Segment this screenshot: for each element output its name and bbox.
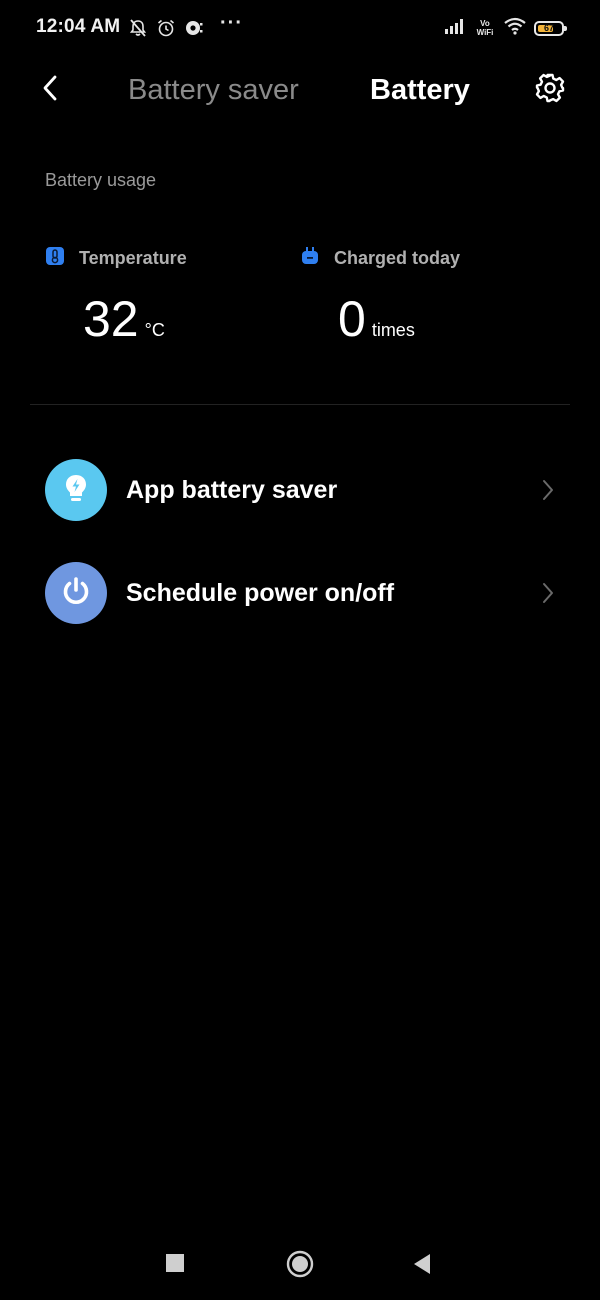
back-button[interactable] xyxy=(30,70,70,110)
charged-today-unit: times xyxy=(371,320,415,340)
status-right-icons: Vo WiFi 67 xyxy=(444,16,567,40)
status-bar: 12:04 AM ··· Vo WiFi 67 xyxy=(0,0,600,56)
charged-today-stat: Charged today 0 times xyxy=(300,244,550,344)
battery-icon: 67 xyxy=(534,20,567,36)
charged-today-label: Charged today xyxy=(334,247,461,268)
schedule-power-icon-circle xyxy=(45,562,107,624)
divider xyxy=(30,404,570,405)
recents-square-icon[interactable] xyxy=(166,1254,184,1272)
gear-icon xyxy=(534,72,566,109)
charged-today-value: 0 xyxy=(338,291,366,347)
schedule-power-label: Schedule power on/off xyxy=(126,579,395,607)
temperature-unit: °C xyxy=(144,320,165,340)
thermometer-icon xyxy=(45,246,65,271)
home-circle-icon[interactable] xyxy=(286,1250,314,1278)
signal-icon xyxy=(444,18,466,39)
alarm-icon xyxy=(156,18,176,38)
chevron-right-icon xyxy=(540,581,556,605)
power-icon xyxy=(59,574,93,613)
status-time: 12:04 AM xyxy=(36,16,121,37)
notification-app-icon xyxy=(184,18,204,38)
vowifi-top: Vo xyxy=(480,19,490,28)
bell-off-icon xyxy=(128,18,148,38)
status-left-icons xyxy=(128,16,204,40)
app-battery-saver-label: App battery saver xyxy=(126,476,338,504)
battery-level: 67 xyxy=(543,22,554,33)
plug-icon xyxy=(300,246,320,271)
temperature-label: Temperature xyxy=(79,247,187,268)
tab-battery[interactable]: Battery xyxy=(370,74,470,107)
battery-usage-label: Battery usage xyxy=(45,170,157,190)
header: Battery saver Battery xyxy=(0,56,600,126)
settings-button[interactable] xyxy=(530,70,570,110)
vowifi-icon: Vo WiFi xyxy=(474,19,496,37)
chevron-right-icon xyxy=(540,478,556,502)
tab-battery-saver[interactable]: Battery saver xyxy=(128,74,299,107)
wifi-icon xyxy=(504,17,526,40)
battery-nub xyxy=(564,25,567,31)
temperature-value: 32 xyxy=(83,291,139,347)
navigation-bar xyxy=(0,1234,600,1294)
back-triangle-icon[interactable] xyxy=(412,1252,432,1276)
chevron-left-icon xyxy=(40,74,60,107)
temperature-stat: Temperature 32 °C xyxy=(45,244,295,344)
menu-item-schedule-power[interactable]: Schedule power on/off xyxy=(0,553,600,633)
menu-item-app-battery-saver[interactable]: App battery saver xyxy=(0,450,600,530)
app-battery-saver-icon-circle xyxy=(45,459,107,521)
lightbulb-bolt-icon xyxy=(59,471,93,510)
more-notifications-indicator: ··· xyxy=(220,12,243,34)
vowifi-bottom: WiFi xyxy=(476,28,494,37)
